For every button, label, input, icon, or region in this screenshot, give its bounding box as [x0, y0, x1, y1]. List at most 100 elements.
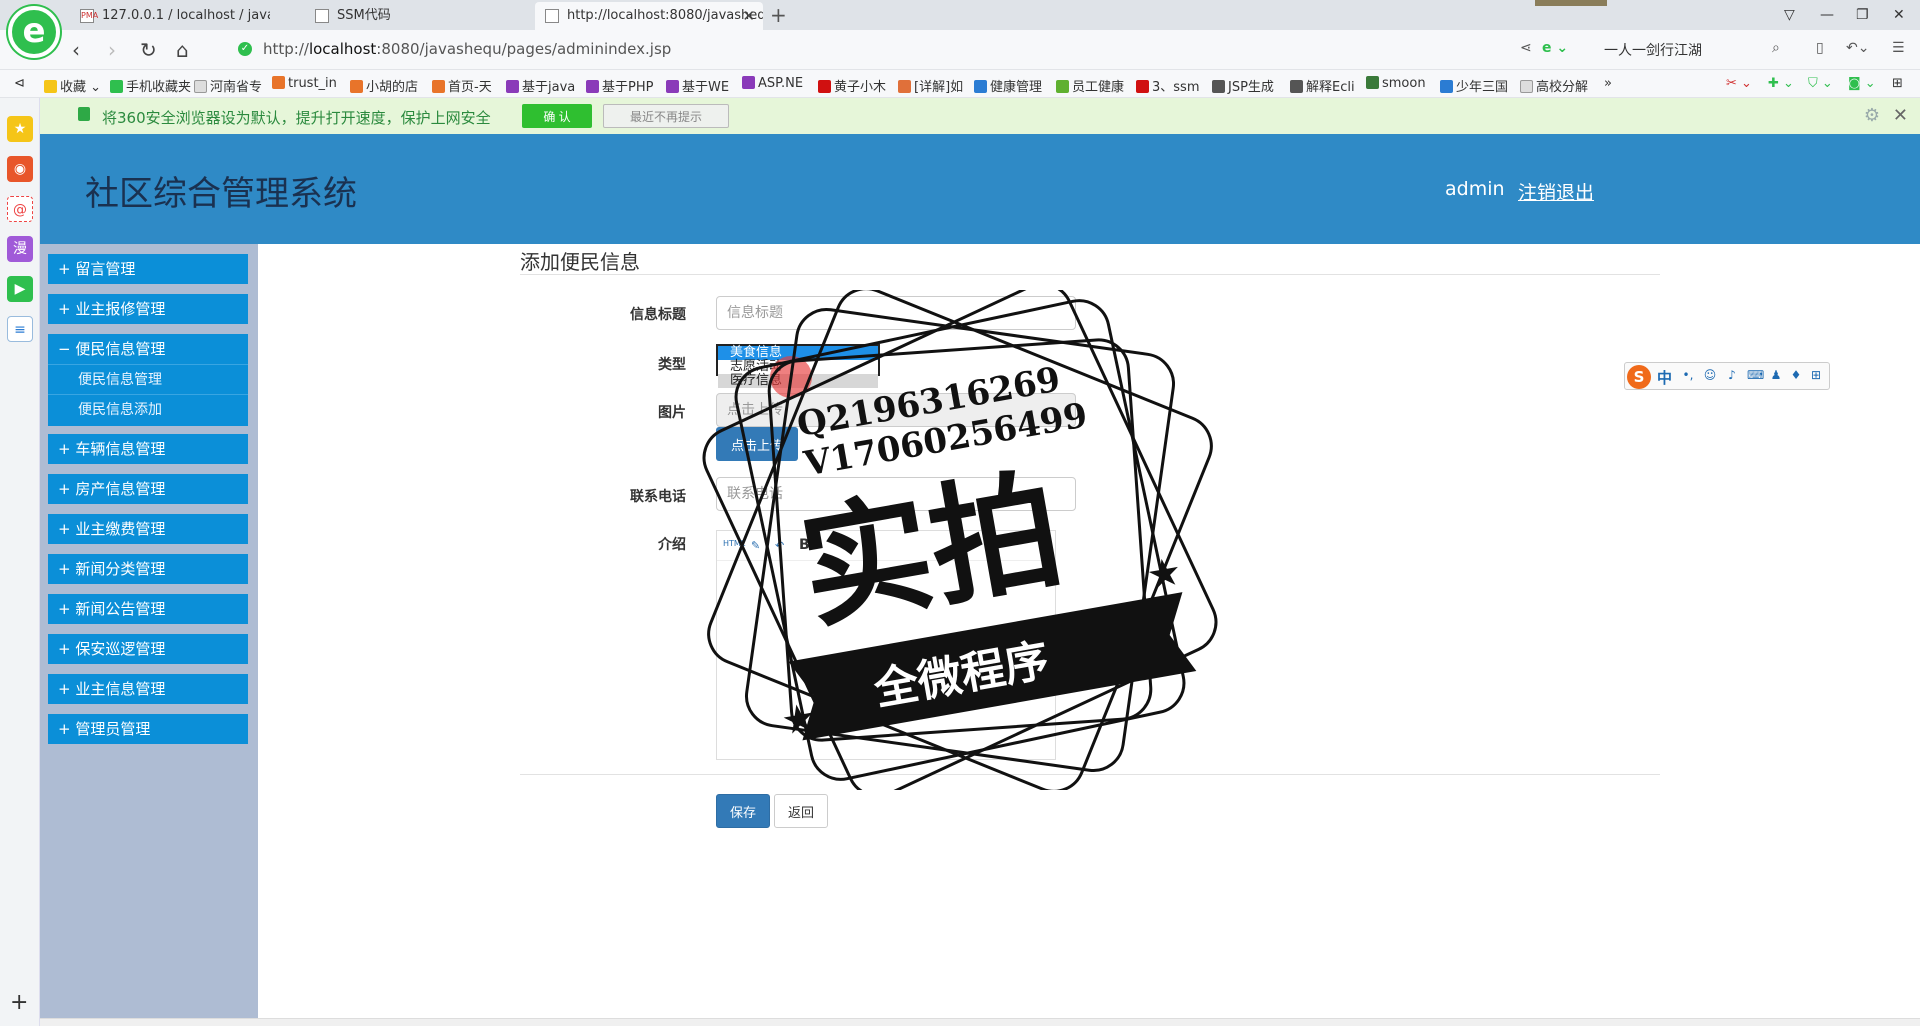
bookmark-item[interactable]: 河南省专 [194, 76, 262, 95]
bookmark-item[interactable]: 收藏 ⌄ [44, 76, 101, 95]
sidebar-item-messages[interactable]: + 留言管理 [48, 254, 248, 284]
sidebar-item-convenience[interactable]: − 便民信息管理 [48, 334, 248, 364]
tab-phpmyadmin[interactable]: PMA 127.0.0.1 / localhost / javashe [70, 2, 270, 30]
mail-icon[interactable]: @ [7, 196, 33, 222]
restore-icon[interactable]: ❐ [1856, 4, 1869, 26]
grid-icon[interactable]: ⊞ [1892, 76, 1903, 91]
sidebar-item-news-categories[interactable]: + 新闻分类管理 [48, 554, 248, 584]
sidebar-item-owners[interactable]: + 业主信息管理 [48, 674, 248, 704]
close-tab-icon[interactable]: ✕ [742, 2, 755, 30]
bookmark-icon [818, 80, 831, 93]
game-icon[interactable]: ◙ ⌄ [1848, 76, 1876, 91]
bookmark-label: 解释Ecli [1306, 80, 1355, 95]
bookmark-item[interactable]: 基于java [506, 76, 575, 95]
title-input[interactable]: 信息标题 [716, 296, 1076, 330]
refresh-icon[interactable]: ↻ [140, 38, 157, 62]
html-source-icon[interactable]: HTML [723, 539, 745, 548]
punctuation-icon[interactable]: •, [1681, 368, 1695, 382]
bookmark-label: 基于java [522, 80, 576, 95]
sidebar-subitem-manage[interactable]: 便民信息管理 [48, 364, 248, 394]
shirt-icon[interactable]: ▽ [1784, 4, 1795, 26]
undo-icon[interactable]: ↶ [775, 539, 784, 552]
sidebar-item-news[interactable]: + 新闻公告管理 [48, 594, 248, 624]
bookmark-item[interactable]: 基于WE [666, 76, 729, 95]
bookmark-item[interactable]: 3、ssm [1136, 76, 1199, 95]
bookmark-item[interactable]: 首页-天 [432, 76, 492, 95]
weibo-icon[interactable]: ◉ [7, 156, 33, 182]
user-icon[interactable]: ♟ [1769, 368, 1783, 382]
save-button[interactable]: 保存 [716, 794, 770, 828]
edit-icon[interactable]: ✎ [751, 539, 760, 552]
share-icon[interactable]: ⋖ [1520, 40, 1532, 56]
search-icon[interactable]: ⌕ [1772, 40, 1780, 56]
favorites-icon[interactable]: ★ [7, 116, 33, 142]
bookmark-item[interactable]: trust_in [272, 76, 337, 91]
dont-remind-button[interactable]: 最近不再提示 [603, 104, 729, 128]
bookmark-item[interactable]: 黄子小木 [818, 76, 886, 95]
sidebar-item-property[interactable]: + 房产信息管理 [48, 474, 248, 504]
skin-icon[interactable]: ♦ [1789, 368, 1803, 382]
sidebar-item-admins[interactable]: + 管理员管理 [48, 714, 248, 744]
bookmark-label: 3、ssm [1152, 80, 1200, 95]
sidebar-item-fees[interactable]: + 业主缴费管理 [48, 514, 248, 544]
bookmark-item[interactable]: 手机收藏夹 [110, 76, 191, 95]
forward-icon[interactable]: › [108, 38, 116, 62]
back-button[interactable]: 返回 [774, 794, 828, 828]
tab-ssm[interactable]: SSM代码 [305, 2, 525, 30]
video-icon[interactable]: ▶ [7, 276, 33, 302]
shield-icon[interactable]: ⛉ ⌄ [1808, 76, 1833, 91]
confirm-button[interactable]: 确 认 [522, 104, 592, 128]
keyboard-icon[interactable]: ⌨ [1747, 368, 1764, 382]
home-icon[interactable]: ⌂ [176, 38, 189, 62]
sogou-logo-icon[interactable]: S [1627, 365, 1651, 389]
more-bookmarks-button[interactable]: » [1604, 76, 1612, 91]
minimize-icon[interactable]: — [1820, 4, 1834, 26]
bookmark-item[interactable]: ASP.NE [742, 76, 803, 91]
ime-mode[interactable]: 中 [1657, 367, 1672, 388]
bookmark-item[interactable]: [详解]如 [898, 76, 963, 95]
sidebar-subitem-add[interactable]: 便民信息添加 [48, 394, 248, 424]
sidebar-item-vehicles[interactable]: + 车辆信息管理 [48, 434, 248, 464]
new-tab-button[interactable]: + [770, 2, 787, 28]
undo-icon[interactable]: ↶⌄ [1846, 40, 1869, 56]
engine-icon[interactable]: e ⌄ [1542, 40, 1568, 56]
tab-active[interactable]: http://localhost:8080/javasheq ✕ [535, 2, 763, 30]
phone-icon[interactable]: ▯ [1816, 40, 1824, 56]
bookmark-label: 基于WE [682, 80, 730, 95]
bold-icon[interactable]: B [799, 537, 810, 553]
bookmark-item[interactable]: 员工健康 [1056, 76, 1124, 95]
back-icon[interactable]: ‹ [72, 38, 80, 62]
sidebar-toggle-icon[interactable]: ⊲ [14, 76, 25, 91]
bookmark-item[interactable]: 基于PHP [586, 76, 653, 95]
browser-logo[interactable]: e [8, 6, 60, 58]
sidebar-item-repairs[interactable]: + 业主报修管理 [48, 294, 248, 324]
close-window-icon[interactable]: ✕ [1893, 4, 1905, 26]
microphone-icon[interactable]: ♪ [1725, 368, 1739, 382]
gear-icon[interactable]: ⚙ [1864, 105, 1880, 126]
url-field[interactable]: http://localhost:8080/javashequ/pages/ad… [263, 40, 671, 58]
scissors-icon[interactable]: ✂ ⌄ [1726, 76, 1752, 91]
upload-button[interactable]: 点击上传 [716, 427, 798, 461]
bookmark-item[interactable]: 健康管理 [974, 76, 1042, 95]
search-input[interactable]: 一人一剑行江湖 [1604, 40, 1702, 60]
bookmark-item[interactable]: 小胡的店 [350, 76, 418, 95]
phone-input[interactable]: 联系电话 [716, 477, 1076, 511]
translate-icon[interactable]: ✚ ⌄ [1768, 76, 1794, 91]
sidebar-item-patrol[interactable]: + 保安巡逻管理 [48, 634, 248, 664]
bookmark-item[interactable]: 高校分解 [1520, 76, 1588, 95]
add-icon[interactable]: + [10, 990, 28, 1015]
bookmark-item[interactable]: 少年三国 [1440, 76, 1508, 95]
bookmark-item[interactable]: 解释Ecli [1290, 76, 1355, 95]
grid-icon[interactable]: ⊞ [1809, 368, 1823, 382]
bookmark-item[interactable]: JSP生成 [1212, 76, 1274, 95]
emoji-icon[interactable]: ☺ [1703, 368, 1717, 382]
comic-icon[interactable]: 漫 [7, 236, 33, 262]
menu-icon[interactable]: ☰ [1892, 40, 1905, 56]
notes-icon[interactable]: ≡ [7, 316, 33, 342]
close-icon[interactable]: ✕ [1893, 105, 1908, 126]
logout-link[interactable]: 注销退出 [1518, 178, 1594, 205]
bookmark-item[interactable]: smoon [1366, 76, 1426, 91]
ime-toolbar[interactable]: S 中 •, ☺ ♪ ⌨ ♟ ♦ ⊞ [1624, 362, 1830, 390]
bookmark-icon [1440, 80, 1453, 93]
rich-text-editor[interactable]: HTML ✎ ↶ B [716, 530, 1056, 760]
